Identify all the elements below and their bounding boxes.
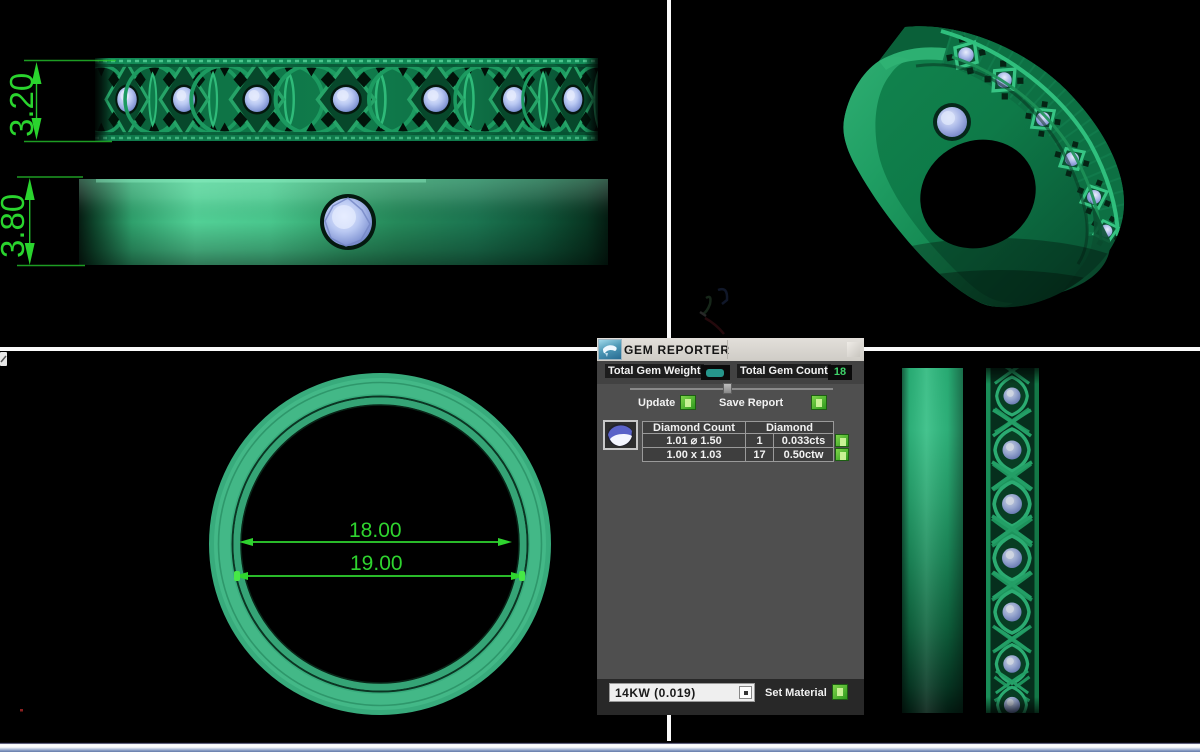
svg-text:3.80: 3.80 [0,194,31,258]
svg-text:18.00: 18.00 [349,519,402,542]
svg-text:3.20: 3.20 [3,73,40,137]
svg-text:19.00: 19.00 [350,552,403,575]
